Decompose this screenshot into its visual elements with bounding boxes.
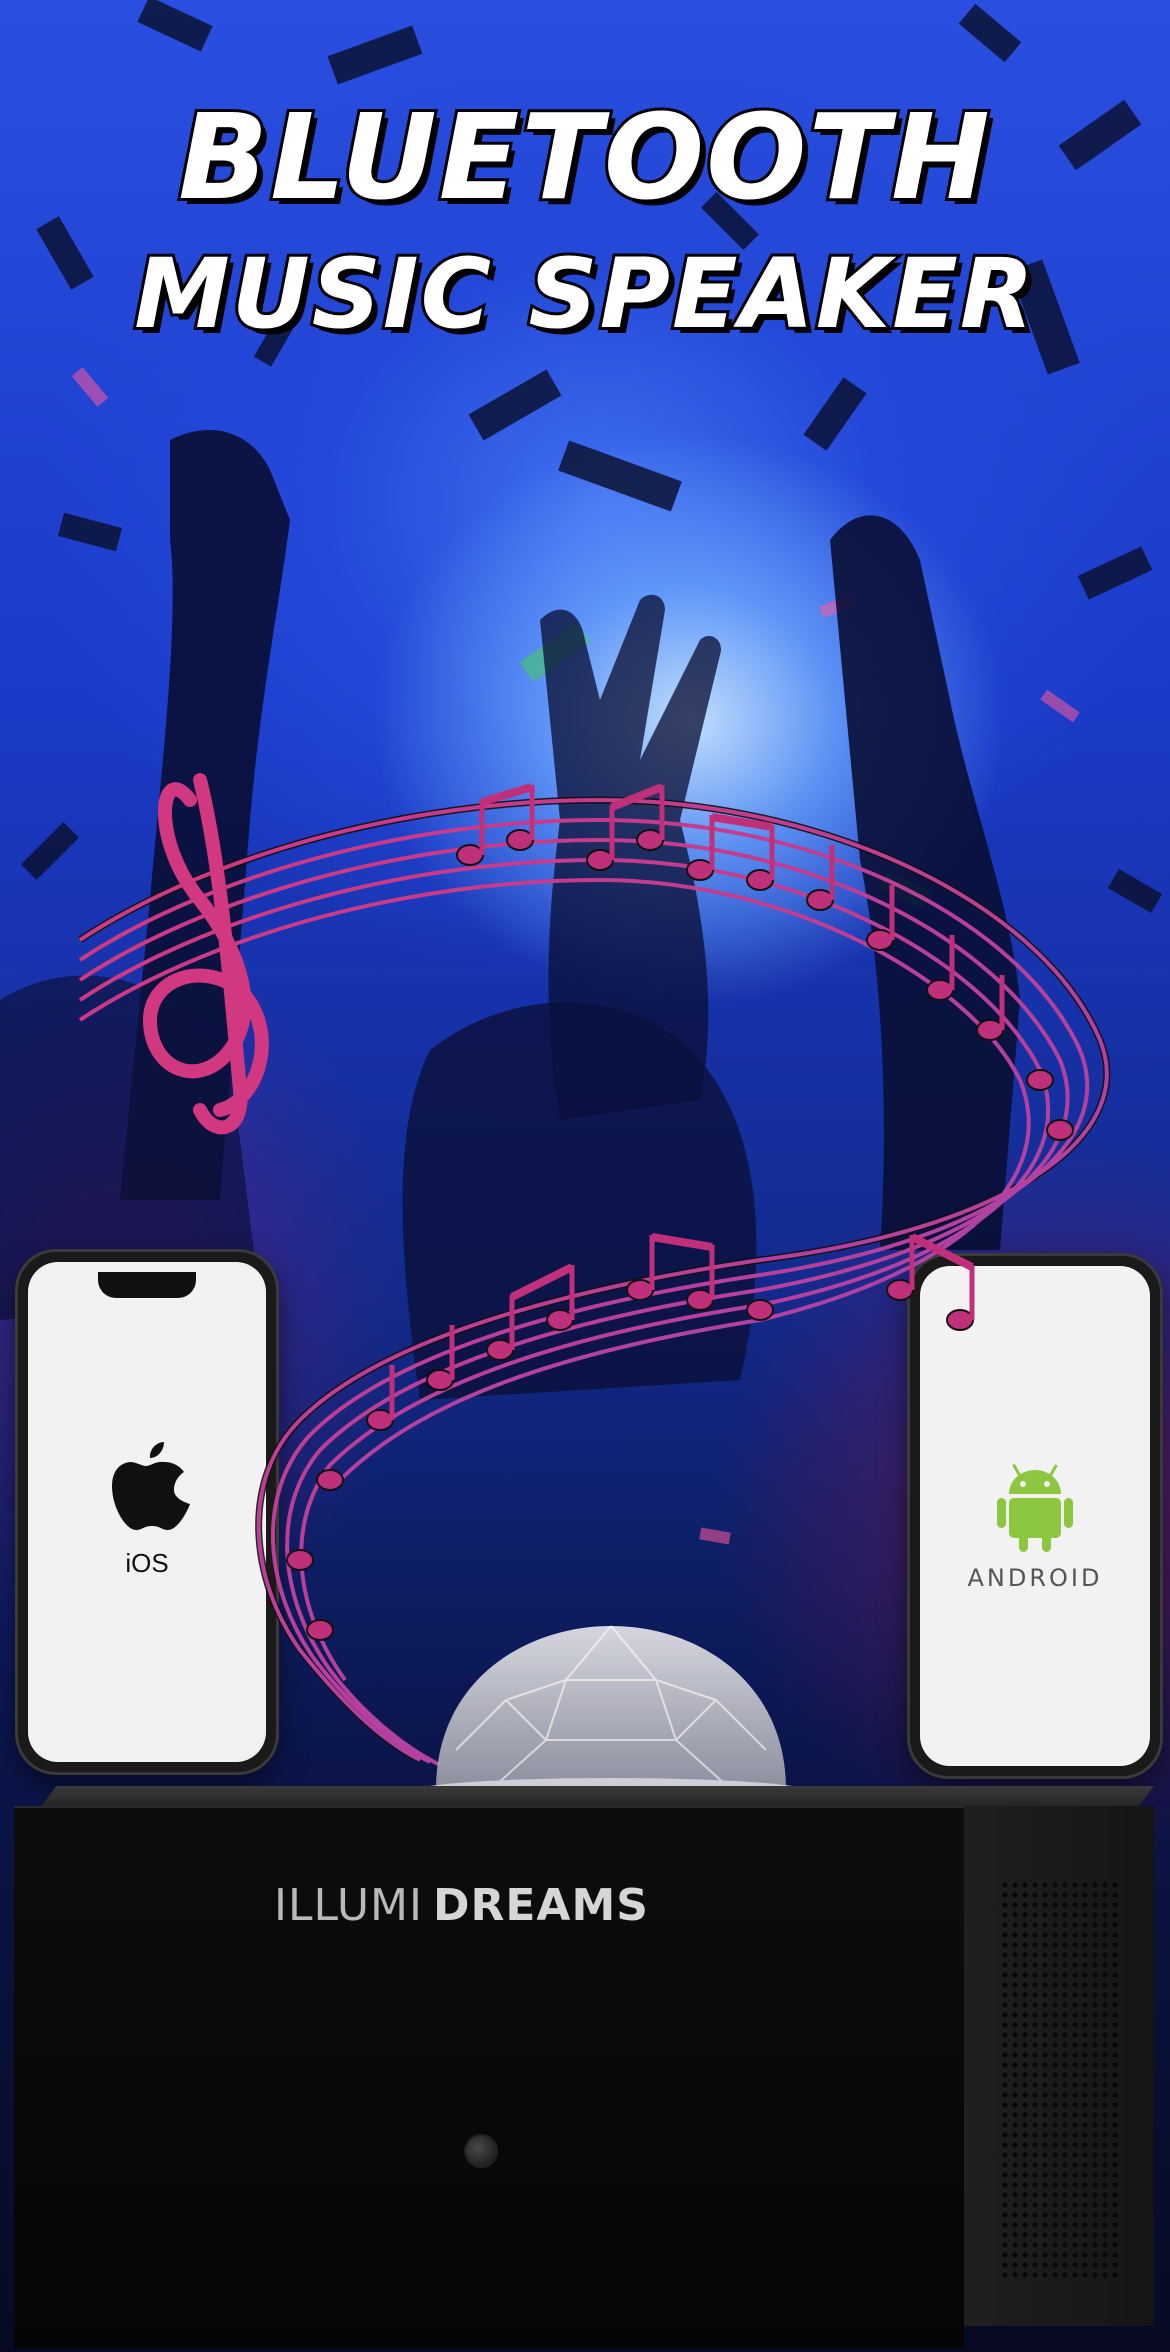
brand-logo-bold: DREAMS xyxy=(432,1880,649,1931)
brand-logo: ILLUMI DREAMS xyxy=(274,1880,649,1931)
speaker-box xyxy=(14,1786,1154,2348)
power-button[interactable] xyxy=(466,2136,496,2166)
brand-logo-light: ILLUMI xyxy=(274,1880,423,1931)
speaker-grille xyxy=(1000,1880,1120,2280)
crystal-dome-light xyxy=(416,1625,806,1806)
